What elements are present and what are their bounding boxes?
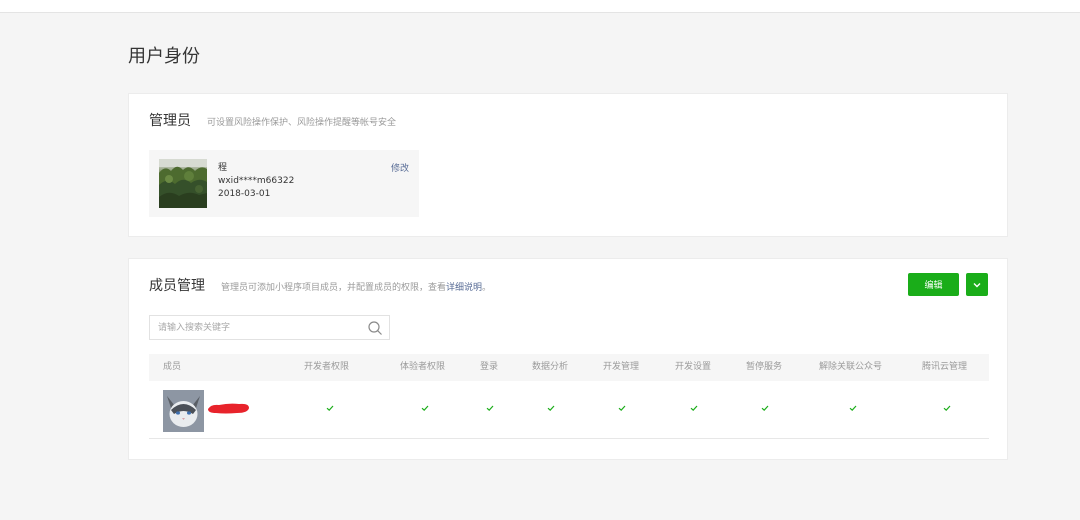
members-table-header: 成员 开发者权限 体验者权限 登录 数据分析 开发管理 开发设置 暂停服务 解除… bbox=[149, 354, 989, 381]
members-card-header: 成员管理 管理员可添加小程序项目成员，并配置成员的权限，查看详细说明。 bbox=[149, 275, 491, 295]
admin-info: 程 wxid****m66322 2018-03-01 bbox=[218, 162, 294, 201]
admin-avatar bbox=[159, 159, 207, 208]
check-icon bbox=[849, 405, 857, 412]
member-name-redacted bbox=[208, 403, 249, 414]
search-box bbox=[149, 315, 390, 340]
edit-members-button[interactable]: 编辑 bbox=[908, 273, 959, 296]
admin-profile: 程 wxid****m66322 2018-03-01 修改 bbox=[149, 150, 419, 217]
column-header-dev-settings: 开发设置 bbox=[675, 362, 712, 372]
admin-wxid: wxid****m66322 bbox=[218, 176, 295, 186]
table-row bbox=[149, 381, 989, 439]
column-header-pause-service: 暂停服务 bbox=[746, 362, 783, 372]
admin-card: 管理员 可设置风险操作保护、风险操作提醒等帐号安全 程 wxid****m663… bbox=[128, 93, 1008, 237]
column-header-cloud-management: 腾讯云管理 bbox=[922, 362, 968, 372]
edit-dropdown-button[interactable] bbox=[966, 273, 988, 296]
search-icon[interactable] bbox=[367, 320, 383, 336]
check-icon bbox=[421, 405, 429, 412]
check-icon bbox=[690, 405, 698, 412]
column-header-developer: 开发者权限 bbox=[304, 362, 350, 372]
check-icon bbox=[486, 405, 494, 412]
column-header-analytics: 数据分析 bbox=[532, 362, 569, 372]
detail-link[interactable]: 详细说明 bbox=[446, 283, 482, 293]
column-header-dev-management: 开发管理 bbox=[603, 362, 640, 372]
members-description-end: 。 bbox=[482, 283, 492, 293]
column-header-unlink-account: 解除关联公众号 bbox=[819, 362, 883, 372]
check-icon bbox=[547, 405, 555, 412]
admin-name: 程 bbox=[218, 163, 228, 173]
members-card: 成员管理 管理员可添加小程序项目成员，并配置成员的权限，查看详细说明。 编辑 成… bbox=[128, 258, 1008, 460]
admin-card-header: 管理员 可设置风险操作保护、风险操作提醒等帐号安全 bbox=[149, 110, 396, 130]
chevron-down-icon bbox=[973, 282, 981, 287]
members-card-title: 成员管理 bbox=[149, 278, 205, 294]
admin-date: 2018-03-01 bbox=[218, 189, 271, 199]
check-icon bbox=[761, 405, 769, 412]
admin-card-title: 管理员 bbox=[149, 113, 191, 129]
search-input[interactable] bbox=[150, 316, 360, 339]
column-header-tester: 体验者权限 bbox=[400, 362, 446, 372]
check-icon bbox=[943, 405, 951, 412]
member-avatar bbox=[163, 390, 204, 432]
check-icon bbox=[326, 405, 334, 412]
members-description-text: 管理员可添加小程序项目成员，并配置成员的权限，查看 bbox=[221, 283, 447, 293]
top-bar bbox=[0, 0, 1080, 13]
column-header-member: 成员 bbox=[163, 362, 182, 372]
members-card-description: 管理员可添加小程序项目成员，并配置成员的权限，查看详细说明。 bbox=[221, 280, 491, 293]
admin-edit-link[interactable]: 修改 bbox=[391, 161, 409, 174]
check-icon bbox=[618, 405, 626, 412]
admin-card-description: 可设置风险操作保护、风险操作提醒等帐号安全 bbox=[207, 118, 397, 128]
page-title: 用户身份 bbox=[128, 46, 200, 67]
column-header-login: 登录 bbox=[480, 362, 499, 372]
